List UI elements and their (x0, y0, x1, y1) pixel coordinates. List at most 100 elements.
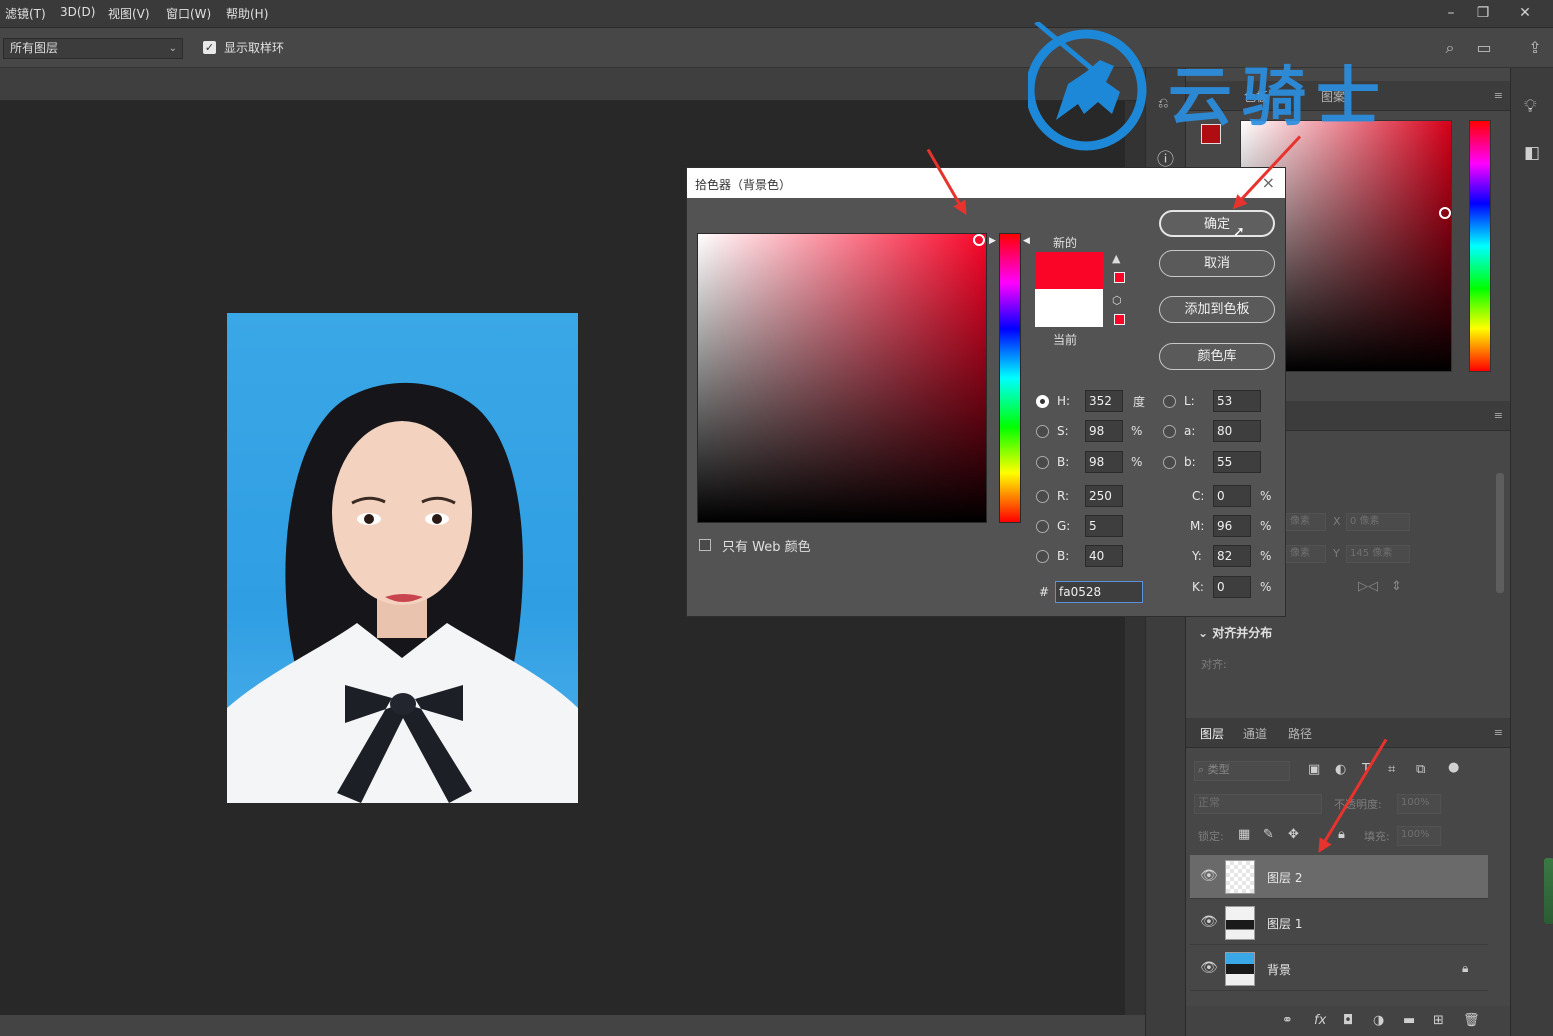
delete-layer-icon[interactable]: 🗑︎ (1463, 1013, 1480, 1028)
cancel-button[interactable]: 取消 (1159, 250, 1275, 277)
hue-slider[interactable] (999, 233, 1021, 523)
a-radio[interactable] (1163, 425, 1176, 438)
web-colors-only-checkbox[interactable] (699, 539, 711, 551)
new-group-icon[interactable]: ▬ (1403, 1013, 1415, 1028)
gamut-warning-icon[interactable]: ▲ (1112, 252, 1120, 265)
workspace-icon[interactable]: ▭ (1473, 37, 1495, 59)
search-icon[interactable]: ⌕ (1439, 37, 1461, 59)
b-hsb-radio[interactable] (1036, 456, 1049, 469)
g-radio[interactable] (1036, 520, 1049, 533)
menu-window[interactable]: 窗口(W) (166, 5, 211, 22)
color-libraries-button[interactable]: 颜色库 (1159, 343, 1275, 370)
tab-layers[interactable]: 图层 (1200, 725, 1224, 742)
y-field[interactable]: 82 (1213, 545, 1251, 567)
l-field[interactable]: 53 (1213, 390, 1261, 412)
learn-panel-icon[interactable]: ◧ (1524, 143, 1540, 163)
adjustment-filter-icon[interactable]: ◐ (1335, 762, 1346, 777)
s-radio[interactable] (1036, 425, 1049, 438)
layer-row[interactable]: 👁︎ 背景 🔒︎ (1190, 947, 1488, 991)
align-section-header[interactable]: ⌄ 对齐并分布 (1198, 624, 1272, 641)
m-field[interactable]: 96 (1213, 515, 1251, 537)
hex-field[interactable]: fa0528 (1055, 581, 1143, 603)
ok-button[interactable]: 确定 (1159, 210, 1275, 237)
lock-paint-icon[interactable]: ✎ (1263, 827, 1274, 842)
horizontal-scrollbar[interactable] (0, 1015, 1145, 1036)
right-icon-strip: 💡︎ ◧ (1510, 68, 1553, 1036)
filter-toggle-icon[interactable]: ● (1448, 760, 1459, 775)
menu-view[interactable]: 视图(V) (108, 5, 150, 22)
flip-vertical-icon[interactable]: ⇕ (1391, 579, 1402, 594)
fx-icon[interactable]: fx (1314, 1013, 1326, 1028)
panel-menu-icon[interactable]: ≡ (1494, 726, 1503, 739)
layer-row[interactable]: 👁︎ 图层 1 (1190, 901, 1488, 945)
add-mask-icon[interactable]: ◘ (1343, 1013, 1353, 1028)
panel-menu-icon[interactable]: ≡ (1494, 409, 1503, 422)
eye-icon[interactable]: 👁︎ (1200, 960, 1218, 976)
l-radio[interactable] (1163, 395, 1176, 408)
menu-help[interactable]: 帮助(H) (226, 5, 268, 22)
show-ring-checkbox[interactable]: ✓ (203, 41, 216, 54)
color-field-marker[interactable] (973, 234, 985, 246)
a-field[interactable]: 80 (1213, 420, 1261, 442)
web-safe-cube-icon[interactable]: ⬡ (1112, 294, 1122, 307)
sample-layers-select[interactable]: 所有图层 ⌄ (3, 38, 183, 59)
s-field[interactable]: 98 (1085, 420, 1123, 442)
b-lab-radio[interactable] (1163, 456, 1176, 469)
add-to-swatches-button[interactable]: 添加到色板 (1159, 296, 1275, 323)
tab-paths[interactable]: 路径 (1288, 725, 1312, 742)
web-safe-swatch[interactable] (1114, 314, 1125, 325)
flip-horizontal-icon[interactable]: ▷◁ (1358, 579, 1378, 594)
menu-filter[interactable]: 滤镜(T) (5, 5, 46, 22)
share-icon[interactable]: ⇪ (1524, 37, 1546, 59)
b-rgb-radio[interactable] (1036, 550, 1049, 563)
color-field-marker[interactable] (1439, 207, 1451, 219)
properties-scrollbar[interactable] (1496, 473, 1504, 593)
b-hsb-field[interactable]: 98 (1085, 451, 1123, 473)
r-field[interactable]: 250 (1085, 485, 1123, 507)
close-window-button[interactable]: ✕ (1510, 2, 1540, 24)
h-field[interactable]: 352 (1085, 390, 1123, 412)
lock-transparent-icon[interactable]: ▦ (1238, 827, 1250, 842)
layer-filter-select[interactable]: ⌕ 类型 (1194, 761, 1290, 781)
lock-all-icon[interactable]: 🔒︎ (1338, 827, 1345, 842)
shape-filter-icon[interactable]: ⌗ (1388, 762, 1395, 777)
minimize-button[interactable]: – (1436, 2, 1466, 24)
eye-icon[interactable]: 👁︎ (1200, 868, 1218, 884)
c-field[interactable]: 0 (1213, 485, 1251, 507)
adjustment-layer-icon[interactable]: ◑ (1373, 1013, 1384, 1028)
b-lab-field[interactable]: 55 (1213, 451, 1261, 473)
hue-slider[interactable] (1469, 120, 1491, 372)
pixel-filter-icon[interactable]: ▣ (1308, 762, 1320, 777)
saturation-brightness-field[interactable] (697, 233, 987, 523)
eye-icon[interactable]: 👁︎ (1200, 914, 1218, 930)
layer-row[interactable]: 👁︎ 图层 2 (1190, 855, 1488, 899)
current-color-swatch[interactable] (1035, 289, 1103, 327)
tab-swatches[interactable]: 色板 (1244, 88, 1268, 105)
h-radio[interactable] (1036, 395, 1049, 408)
blend-mode-select[interactable]: 正常 (1194, 794, 1322, 814)
panel-menu-icon[interactable]: ≡ (1494, 89, 1503, 102)
layer-filter-placeholder: 类型 (1207, 763, 1230, 776)
lock-position-icon[interactable]: ✥ (1288, 827, 1299, 842)
tab-channels[interactable]: 通道 (1243, 725, 1267, 742)
ghost-x-label: X (1333, 515, 1341, 528)
menu-3d[interactable]: 3D(D) (60, 5, 95, 19)
lightbulb-icon[interactable]: 💡︎ (1524, 96, 1537, 117)
fill-field[interactable]: 100% (1397, 826, 1441, 846)
history-icon[interactable]: ⎌ (1158, 96, 1168, 111)
b-rgb-field[interactable]: 40 (1085, 545, 1123, 567)
smart-object-filter-icon[interactable]: ⧉ (1416, 762, 1425, 777)
layers-footer: ⚭ fx ◘ ◑ ▬ ⊞ 🗑︎ (1186, 1006, 1511, 1036)
hue-arrow-right-icon: ◀ (1023, 236, 1030, 246)
tab-patterns[interactable]: 图案 (1321, 88, 1345, 105)
restore-button[interactable]: ❐ (1468, 2, 1498, 24)
side-scroll-indicator[interactable] (1544, 858, 1553, 924)
k-field[interactable]: 0 (1213, 576, 1251, 598)
new-layer-icon[interactable]: ⊞ (1433, 1013, 1444, 1028)
gamut-swatch[interactable] (1114, 272, 1125, 283)
link-layers-icon[interactable]: ⚭ (1282, 1013, 1293, 1028)
g-field[interactable]: 5 (1085, 515, 1123, 537)
foreground-swatch[interactable] (1201, 124, 1221, 144)
opacity-field[interactable]: 100% (1397, 794, 1441, 814)
r-radio[interactable] (1036, 490, 1049, 503)
